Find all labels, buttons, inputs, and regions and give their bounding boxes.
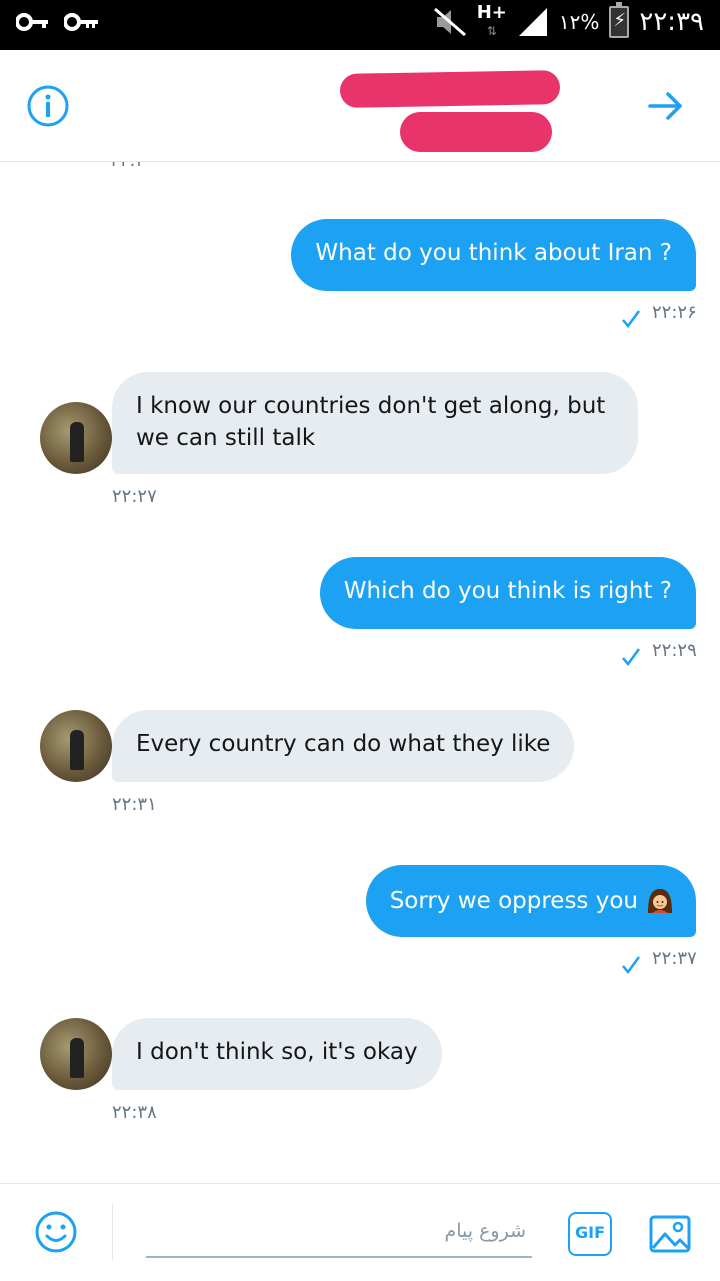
- incoming-message[interactable]: Every country can do what they like: [112, 710, 575, 782]
- info-icon[interactable]: [26, 84, 70, 128]
- key-icon: [16, 13, 48, 31]
- divider: [112, 1204, 113, 1260]
- message-timestamp: ٢٢:٢۶: [652, 302, 697, 323]
- battery-charging-icon: ⚡: [609, 2, 630, 38]
- key-icon: [64, 13, 98, 31]
- outgoing-message[interactable]: What do you think about Iran ?: [291, 219, 696, 291]
- message-timestamp: ٢٢:٣١: [112, 794, 157, 815]
- gif-button[interactable]: GIF: [568, 1212, 612, 1256]
- emoji-icon[interactable]: [34, 1210, 78, 1254]
- incoming-message[interactable]: I know our countries don't get along, bu…: [112, 372, 638, 474]
- outgoing-message[interactable]: Which do you think is right ?: [319, 557, 696, 629]
- read-checkmark-icon: [622, 648, 641, 667]
- redaction-mark: [400, 112, 552, 152]
- outgoing-message[interactable]: Sorry we oppress you: [365, 865, 696, 937]
- network-type: H+: [476, 2, 507, 23]
- message-list[interactable]: ٢٢:٢٠ What do you think about Iran ? ٢٢:…: [0, 162, 720, 1182]
- incoming-message[interactable]: I don't think so, it's okay: [112, 1018, 442, 1090]
- mute-icon: [433, 7, 466, 37]
- signal-icon: [518, 8, 547, 36]
- message-timestamp: ٢٢:٢٧: [112, 486, 157, 507]
- girl-with-hijab-emoji: [648, 889, 672, 913]
- read-checkmark-icon: [622, 956, 641, 975]
- battery-percent: ١٢%: [558, 10, 600, 34]
- avatar[interactable]: [40, 402, 112, 474]
- forward-arrow-icon[interactable]: [644, 84, 688, 128]
- message-timestamp: ٢٢:٢٠: [110, 162, 155, 171]
- avatar[interactable]: [40, 710, 112, 782]
- avatar[interactable]: [40, 1018, 112, 1090]
- status-time: ٢٢:٣٩: [639, 7, 704, 37]
- image-icon[interactable]: [648, 1212, 692, 1256]
- message-composer: GIF: [0, 1183, 720, 1281]
- conversation-header: ...: [0, 50, 720, 162]
- message-timestamp: ٢٢:٣٨: [112, 1102, 157, 1123]
- read-checkmark-icon: [622, 310, 641, 329]
- redaction-mark: [339, 70, 561, 108]
- status-bar: H+ ⇅ ١٢% ⚡ ٢٢:٣٩: [0, 0, 720, 50]
- message-timestamp: ٢٢:٣٧: [652, 948, 697, 969]
- data-arrows-icon: ⇅: [486, 24, 497, 38]
- message-input[interactable]: [146, 1206, 532, 1256]
- message-timestamp: ٢٢:٢٩: [652, 640, 697, 661]
- message-input-wrapper: [146, 1206, 532, 1258]
- message-text: Sorry we oppress you: [389, 888, 638, 914]
